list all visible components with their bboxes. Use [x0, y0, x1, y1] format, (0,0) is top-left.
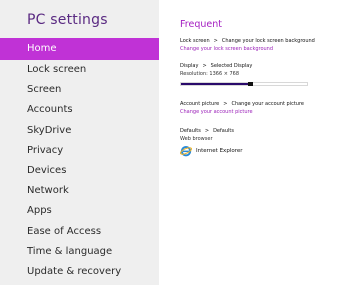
web-browser-label: Web browser — [180, 136, 213, 142]
nav-item-apps[interactable]: Apps — [0, 201, 159, 221]
nav-item-network[interactable]: Network — [0, 181, 159, 201]
account-picture-breadcrumb: Account picture > Change your account pict… — [180, 101, 348, 108]
default-browser-choice[interactable]: Internet Explorer — [180, 144, 348, 158]
defaults-breadcrumb: Defaults > Defaults — [180, 128, 348, 135]
nav-item-devices[interactable]: Devices — [0, 161, 159, 181]
nav-item-ease-of-access[interactable]: Ease of Access — [0, 222, 159, 242]
display-breadcrumb: Display > Selected Display — [180, 63, 348, 70]
home-content: Frequent Lock screen > Change your lock sc… — [180, 0, 348, 285]
breadcrumb-account-picture[interactable]: Account picture — [180, 101, 219, 107]
lock-screen-breadcrumb: Lock screen > Change your lock screen back… — [180, 38, 348, 45]
nav-item-lock-screen[interactable]: Lock screen — [0, 60, 159, 80]
nav-item-screen[interactable]: Screen — [0, 80, 159, 100]
resolution-slider[interactable] — [180, 82, 308, 86]
settings-nav: Home Lock screen Screen Accounts SkyDriv… — [0, 38, 159, 282]
change-account-picture-link[interactable]: Change your account picture — [180, 108, 348, 116]
nav-item-time-language[interactable]: Time & language — [0, 242, 159, 262]
resolution-label: Resolution: 1366 × 768 — [180, 71, 240, 77]
nav-item-skydrive[interactable]: SkyDrive — [0, 121, 159, 141]
breadcrumb-separator: > — [204, 128, 210, 134]
breadcrumb-display[interactable]: Display — [180, 63, 198, 69]
breadcrumb-separator: > — [223, 101, 228, 107]
breadcrumb-separator: > — [202, 63, 207, 69]
account-picture-group: Account picture > Change your account pict… — [180, 101, 348, 116]
breadcrumb-change-lock-screen-background[interactable]: Change your lock screen background — [222, 38, 315, 44]
breadcrumb-defaults-page[interactable]: Defaults — [213, 128, 234, 134]
settings-sidebar: PC settings Home Lock screen Screen Acco… — [0, 0, 159, 285]
nav-item-accounts[interactable]: Accounts — [0, 100, 159, 120]
breadcrumb-selected-display[interactable]: Selected Display — [211, 63, 253, 69]
default-browser-name: Internet Explorer — [196, 148, 243, 154]
resolution-slider-fill — [181, 83, 251, 85]
nav-item-home[interactable]: Home — [0, 38, 159, 60]
app-title: PC settings — [27, 12, 108, 28]
internet-explorer-icon — [180, 146, 192, 157]
nav-item-update-recovery[interactable]: Update & recovery — [0, 262, 159, 282]
breadcrumb-separator: > — [213, 38, 218, 44]
defaults-group: Defaults > Defaults Web browser Internet E… — [180, 128, 348, 158]
nav-item-privacy[interactable]: Privacy — [0, 141, 159, 161]
breadcrumb-lock-screen[interactable]: Lock screen — [180, 38, 210, 44]
resolution-slider-thumb[interactable] — [248, 82, 254, 86]
breadcrumb-change-account-picture[interactable]: Change your account picture — [231, 101, 304, 107]
change-lock-screen-background-link[interactable]: Change your lock screen background — [180, 45, 348, 53]
display-group: Display > Selected Display Resolution: 136… — [180, 63, 348, 86]
breadcrumb-defaults[interactable]: Defaults — [180, 128, 201, 134]
lock-screen-group: Lock screen > Change your lock screen back… — [180, 38, 348, 53]
section-title-frequent: Frequent — [180, 19, 222, 30]
